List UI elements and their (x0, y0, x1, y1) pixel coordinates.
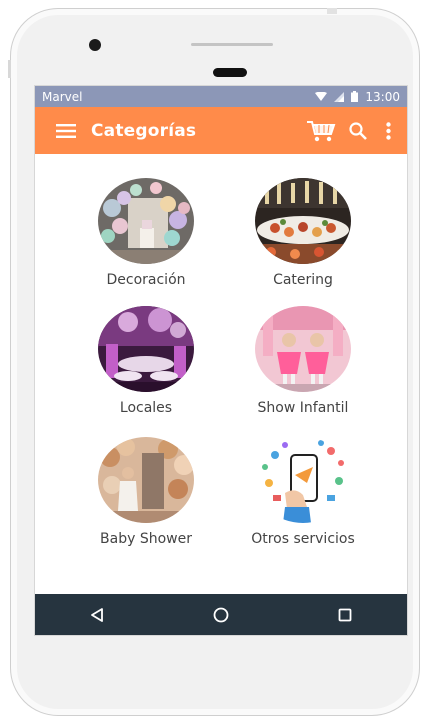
carrier-label: Marvel (42, 89, 83, 104)
back-triangle-icon[interactable] (67, 594, 127, 635)
services-phone-illustration (255, 437, 351, 523)
category-grid: Decoración Catering Locales Show Infanti… (35, 154, 407, 596)
balloon-decoration-photo (98, 178, 194, 264)
category-label: Catering (273, 272, 333, 288)
category-decoracion[interactable]: Decoración (66, 178, 226, 288)
top-button (327, 8, 337, 14)
signal-icon (334, 91, 345, 102)
category-catering[interactable]: Catering (223, 178, 383, 288)
category-otros-servicios[interactable]: Otros servicios (223, 437, 383, 547)
category-show-infantil[interactable]: Show Infantil (223, 306, 383, 416)
category-locales[interactable]: Locales (66, 306, 226, 416)
kids-show-photo (255, 306, 351, 392)
baby-shower-photo (98, 437, 194, 523)
category-label: Decoración (106, 272, 186, 288)
category-label: Locales (119, 400, 173, 416)
category-baby-shower[interactable]: Baby Shower (66, 437, 226, 547)
home-circle-icon[interactable] (191, 594, 251, 635)
status-bar: Marvel 13:00 (35, 86, 407, 107)
shopping-cart-icon[interactable] (305, 107, 337, 154)
android-nav-bar (35, 594, 407, 635)
battery-icon (351, 91, 359, 102)
recents-square-icon[interactable] (315, 594, 375, 635)
front-camera (89, 39, 101, 51)
category-label: Otros servicios (251, 531, 355, 547)
event-venue-photo (98, 306, 194, 392)
hamburger-menu-icon[interactable] (47, 107, 85, 154)
more-vertical-icon[interactable] (379, 107, 397, 154)
phone-screen: Marvel 13:00 Categorías Decoración Cater… (34, 85, 408, 636)
speaker-line (191, 43, 273, 46)
category-label: Show Infantil (257, 400, 349, 416)
category-label: Baby Shower (100, 531, 192, 547)
earpiece (213, 68, 247, 77)
status-icons: 13:00 (315, 90, 400, 104)
page-title: Categorías (91, 120, 197, 141)
side-button (8, 60, 11, 78)
catering-food-photo (255, 178, 351, 264)
app-toolbar: Categorías (35, 107, 407, 154)
wifi-icon (315, 91, 328, 101)
search-icon[interactable] (345, 107, 371, 154)
clock-label: 13:00 (365, 89, 400, 104)
